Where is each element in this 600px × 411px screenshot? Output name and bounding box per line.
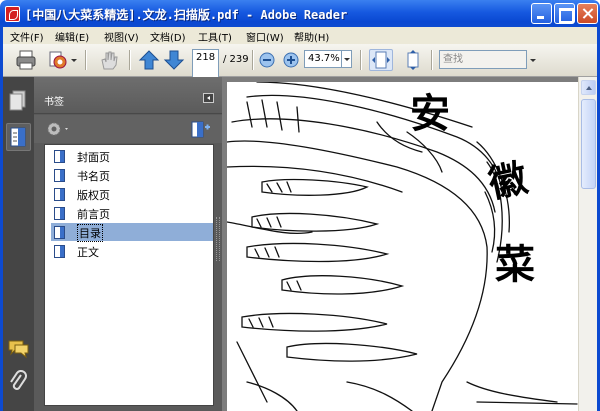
chevron-down-icon[interactable] <box>529 49 537 71</box>
title-bar: [中国八大菜系精选].文龙.扫描版.pdf - Adobe Reader <box>0 0 600 27</box>
bookmark-icon <box>54 169 65 182</box>
bookmark-item[interactable]: 书名页 <box>51 166 213 184</box>
zoom-dropdown-arrow[interactable] <box>342 50 352 68</box>
bookmark-label: 目录 <box>77 224 103 242</box>
bookmark-item[interactable]: 前言页 <box>51 204 213 222</box>
bookmark-label: 前言页 <box>77 208 110 221</box>
bookmark-item[interactable]: 正文 <box>51 242 213 260</box>
document-title-char: 徽 <box>484 154 532 207</box>
pdf-page[interactable]: 安 徽 菜 <box>227 82 578 411</box>
menu-view[interactable]: 视图(V) <box>104 29 139 44</box>
scrollbar-thumb[interactable] <box>581 99 596 189</box>
bookmark-label: 封面页 <box>77 151 110 164</box>
bookmarks-panel-title: 书签 <box>44 97 64 108</box>
bookmarks-panel: 书签 封面页 书名页 版权页 前言页 目录 正文 <box>34 77 222 411</box>
zoom-out-icon[interactable] <box>258 49 276 71</box>
document-view[interactable]: 安 徽 菜 <box>222 77 578 411</box>
menu-file[interactable]: 文件(F) <box>10 29 44 44</box>
bookmark-icon <box>54 150 65 163</box>
adobe-reader-icon[interactable] <box>5 6 20 22</box>
toolbar-separator <box>431 50 433 70</box>
bookmarks-tree: 封面页 书名页 版权页 前言页 目录 正文 <box>44 144 214 406</box>
bookmarks-toolbar <box>34 115 222 143</box>
menu-bar: 文件(F) 编辑(E) 视图(V) 文档(D) 工具(T) 窗口(W) 帮助(H… <box>0 27 600 44</box>
bookmark-item-selected[interactable]: 目录 <box>51 223 213 242</box>
toolbar-separator <box>360 50 362 70</box>
chevron-down-icon[interactable] <box>70 49 78 71</box>
menu-document[interactable]: 文档(D) <box>150 29 186 44</box>
collapse-panel-button[interactable] <box>203 93 214 103</box>
fit-page-icon[interactable] <box>402 49 424 71</box>
comments-icon[interactable] <box>6 334 31 362</box>
fit-width-icon[interactable] <box>369 49 393 71</box>
page-count: / 239 <box>223 54 249 65</box>
window-title: [中国八大菜系精选].文龙.扫描版.pdf - Adobe Reader <box>25 8 348 22</box>
bookmark-label: 书名页 <box>77 170 110 183</box>
navigation-pane-strip <box>3 77 34 411</box>
zoom-level-input[interactable]: 43.7% <box>304 50 342 68</box>
bookmark-item[interactable]: 版权页 <box>51 185 213 203</box>
minimize-button[interactable] <box>531 3 552 24</box>
scroll-up-arrow[interactable] <box>581 80 596 95</box>
toolbar-separator <box>129 50 131 70</box>
bookmark-label: 版权页 <box>77 189 110 202</box>
document-title-char: 安 <box>410 90 450 137</box>
close-button[interactable] <box>577 3 598 24</box>
hand-tool-icon[interactable] <box>98 49 120 71</box>
bookmarks-panel-header: 书签 <box>34 77 222 114</box>
find-input[interactable]: 查找 <box>439 50 527 69</box>
share-icon[interactable] <box>47 49 69 71</box>
maximize-button[interactable] <box>554 3 575 24</box>
menu-window[interactable]: 窗口(W) <box>246 29 284 44</box>
toolbar-separator <box>252 50 254 70</box>
bookmark-icon <box>54 226 65 239</box>
bookmarks-icon[interactable] <box>6 123 31 151</box>
bookmark-icon <box>54 207 65 220</box>
bookmark-label: 正文 <box>77 246 99 259</box>
attachments-icon[interactable] <box>6 369 31 397</box>
bookmark-item[interactable]: 封面页 <box>51 147 213 165</box>
print-icon[interactable] <box>15 49 37 71</box>
options-gear-icon[interactable] <box>46 120 72 138</box>
bookmark-icon <box>54 188 65 201</box>
menu-edit[interactable]: 编辑(E) <box>55 29 89 44</box>
zoom-in-icon[interactable] <box>282 49 300 71</box>
toolbar: 218 / 239 43.7% 查找 <box>3 44 597 378</box>
arrow-down-icon[interactable] <box>163 49 185 71</box>
menu-help[interactable]: 帮助(H) <box>294 29 329 44</box>
new-bookmark-icon[interactable] <box>189 119 211 139</box>
menu-tools[interactable]: 工具(T) <box>198 29 232 44</box>
vertical-scrollbar[interactable] <box>578 77 597 411</box>
pages-icon[interactable] <box>6 87 31 115</box>
toolbar-separator <box>85 50 87 70</box>
bookmark-icon <box>54 245 65 258</box>
arrow-up-icon[interactable] <box>138 49 160 71</box>
document-title-char: 菜 <box>495 241 535 288</box>
panel-resize-handle[interactable] <box>214 217 220 261</box>
